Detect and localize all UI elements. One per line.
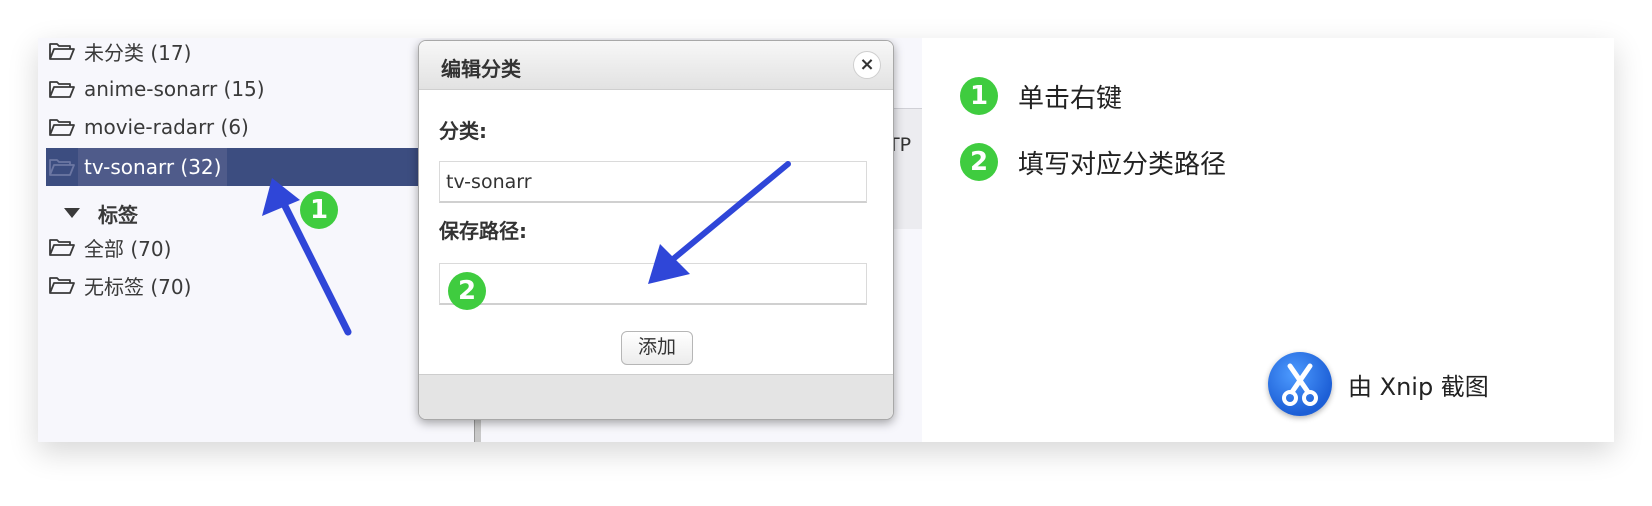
step-number-badge: 1	[960, 77, 998, 115]
folder-open-icon	[49, 43, 75, 60]
category-label: tv-sonarr (32)	[78, 148, 228, 186]
step-text: 填写对应分类路径	[1018, 149, 1227, 180]
category-label: 未分类 (17)	[84, 40, 192, 65]
collapse-triangle-icon	[64, 208, 80, 218]
folder-open-icon	[49, 277, 75, 294]
category-label: anime-sonarr (15)	[84, 77, 265, 101]
xnip-watermark: 由 Xnip 截图	[1268, 352, 1489, 416]
tag-label: 无标签 (70)	[84, 274, 192, 299]
step-1: 1 单击右键	[960, 76, 1122, 116]
edit-category-dialog: 编辑分类 × 分类: 保存路径: 添加	[418, 40, 894, 420]
scissors-icon	[1268, 352, 1332, 416]
save-path-input[interactable]	[439, 263, 867, 305]
dialog-header[interactable]: 编辑分类 ×	[419, 41, 893, 90]
step-2: 2 填写对应分类路径	[960, 142, 1226, 182]
app-panel: TP : 未分类 (17) anime-sonarr (15) movie-ra…	[38, 38, 922, 442]
folder-open-icon	[49, 81, 75, 98]
folder-open-icon	[49, 159, 75, 176]
add-button[interactable]: 添加	[621, 331, 693, 365]
dialog-footer	[419, 374, 893, 419]
screenshot-card: TP : 未分类 (17) anime-sonarr (15) movie-ra…	[38, 38, 1614, 442]
tags-header-label: 标签	[98, 202, 138, 227]
category-name-input[interactable]	[439, 161, 867, 203]
step-text: 单击右键	[1018, 83, 1123, 114]
category-field-label: 分类:	[439, 119, 487, 143]
dialog-title: 编辑分类	[441, 57, 521, 81]
folder-open-icon	[49, 239, 75, 256]
category-label: movie-radarr (6)	[84, 115, 249, 139]
step-badge-2: 2	[448, 272, 486, 310]
watermark-text: 由 Xnip 截图	[1348, 372, 1489, 401]
save-path-label: 保存路径:	[439, 219, 527, 243]
folder-open-icon	[49, 119, 75, 136]
tag-label: 全部 (70)	[84, 236, 172, 261]
close-icon[interactable]: ×	[853, 51, 881, 79]
step-number-badge: 2	[960, 143, 998, 181]
step-badge-1: 1	[300, 191, 338, 229]
category-item-tv-sonarr[interactable]: tv-sonarr (32)	[46, 148, 422, 186]
tags-section-header[interactable]: 标签	[64, 196, 138, 230]
